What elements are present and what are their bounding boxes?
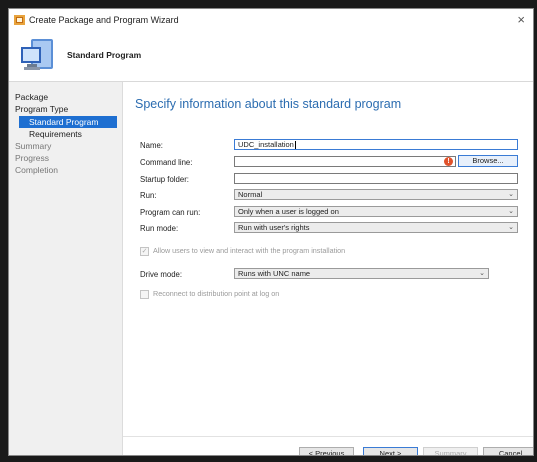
chevron-down-icon: ⌄ (508, 208, 514, 215)
command-line-label: Command line: (140, 158, 193, 167)
nav-item-standard-program: Standard Program (19, 116, 117, 128)
title-bar: Create Package and Program Wizard × (9, 9, 533, 31)
run-mode-value: Run with user's rights (238, 223, 310, 232)
app-icon (14, 15, 25, 25)
text-caret (294, 141, 296, 150)
allow-interact-checkbox[interactable]: ✓ (140, 246, 149, 256)
nav-item-summary: Summary (15, 141, 52, 151)
main-content: Specify information about this standard … (123, 82, 533, 455)
name-label: Name: (140, 141, 163, 150)
reconnect-row[interactable]: Reconnect to distribution point at log o… (140, 289, 279, 299)
wizard-window: Create Package and Program Wizard × Stan… (8, 8, 534, 456)
name-field[interactable]: UDC_installation (234, 139, 518, 150)
nav-item-program-type: Program Type (15, 104, 69, 114)
page-heading: Specify information about this standard … (135, 97, 402, 111)
header-title: Standard Program (67, 50, 142, 60)
window-title: Create Package and Program Wizard (29, 15, 179, 25)
allow-interact-label: Allow users to view and interact with th… (153, 246, 346, 255)
summary-button[interactable]: Summary (423, 447, 478, 455)
computer-icon (21, 39, 53, 70)
startup-folder-field[interactable] (234, 173, 518, 184)
drive-mode-select[interactable]: Runs with UNC name ⌄ (234, 268, 489, 279)
chevron-down-icon: ⌄ (479, 270, 485, 277)
run-select[interactable]: Normal ⌄ (234, 189, 518, 200)
chevron-down-icon: ⌄ (508, 224, 514, 231)
nav-item-progress: Progress (15, 153, 50, 163)
next-button[interactable]: Next > (363, 447, 418, 455)
chevron-down-icon: ⌄ (508, 191, 514, 198)
close-button[interactable]: × (517, 12, 525, 27)
startup-folder-label: Startup folder: (140, 175, 189, 184)
browse-button[interactable]: Browse... (458, 155, 518, 167)
wizard-header: Standard Program (9, 31, 533, 82)
reconnect-label: Reconnect to distribution point at log o… (153, 289, 280, 298)
name-value: UDC_installation (238, 140, 294, 149)
nav-item-completion: Completion (15, 165, 58, 175)
nav-item-requirements: Requirements (29, 129, 82, 139)
program-can-run-label: Program can run: (140, 208, 201, 217)
allow-interact-row[interactable]: ✓ Allow users to view and interact with t… (140, 246, 345, 256)
wizard-nav: Package Program Type Standard Program Re… (9, 82, 123, 455)
footer-divider (123, 436, 533, 437)
drive-mode-value: Runs with UNC name (238, 269, 311, 278)
nav-item-package: Package (15, 92, 49, 102)
reconnect-checkbox[interactable] (140, 289, 149, 299)
program-can-run-select[interactable]: Only when a user is logged on ⌄ (234, 206, 518, 217)
run-mode-label: Run mode: (140, 224, 179, 233)
cancel-button[interactable]: Cancel (483, 447, 533, 455)
run-label: Run: (140, 191, 157, 200)
run-value: Normal (238, 190, 263, 199)
program-can-run-value: Only when a user is logged on (238, 207, 339, 216)
run-mode-select[interactable]: Run with user's rights ⌄ (234, 222, 518, 233)
command-line-field[interactable] (234, 156, 456, 167)
drive-mode-label: Drive mode: (140, 270, 183, 279)
warning-icon: ! (444, 157, 453, 166)
previous-button[interactable]: < Previous (299, 447, 354, 455)
